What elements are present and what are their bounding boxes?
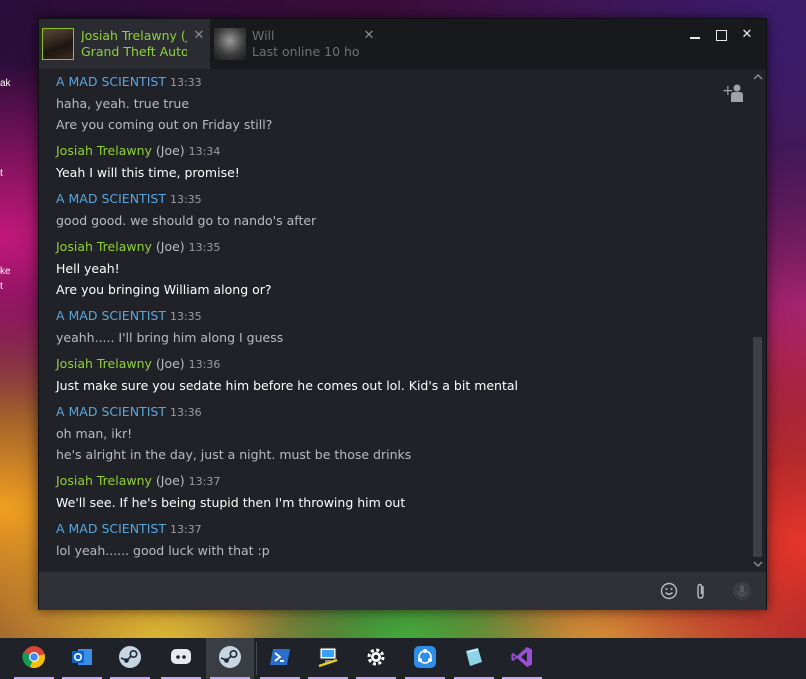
- scroll-thumb[interactable]: [753, 337, 762, 557]
- close-tab-icon[interactable]: ✕: [193, 29, 205, 42]
- sender-nickname: (Joe): [155, 143, 185, 158]
- friend-avatar: [42, 28, 74, 60]
- sender-nickname: (Joe): [155, 356, 185, 371]
- chat-titlebar[interactable]: Josiah Trelawny (Joe) Grand Theft Auto V…: [39, 19, 766, 69]
- message-text: Are you coming out on Friday still?: [56, 117, 273, 132]
- maximize-icon[interactable]: [708, 25, 734, 45]
- message-text: oh man, ikr!: [56, 426, 133, 441]
- sender-name[interactable]: A MAD SCIENTIST: [56, 308, 166, 323]
- message-timestamp: 13:34: [188, 145, 221, 158]
- taskbar-item-sync[interactable]: [401, 638, 449, 679]
- sender-name[interactable]: A MAD SCIENTIST: [56, 404, 166, 419]
- visual-studio-icon: [510, 645, 534, 673]
- message-composer: [39, 572, 766, 610]
- steam-icon: [118, 645, 142, 673]
- message-text: good good. we should go to nando's after: [56, 213, 317, 228]
- tab-friend-status: Grand Theft Auto V: [81, 44, 187, 59]
- tab-friend-name: Josiah Trelawny (Joe): [81, 28, 187, 43]
- taskbar-item-discord[interactable]: [157, 638, 205, 679]
- message-scrollbar[interactable]: [750, 69, 766, 572]
- message-timestamp: 13:35: [188, 241, 221, 254]
- settings-icon: [364, 645, 388, 673]
- add-friend-icon[interactable]: +: [722, 83, 746, 103]
- message-group: A MAD SCIENTIST 13:37 lol yeah...... good …: [56, 520, 752, 561]
- message-text: Hell yeah!: [56, 261, 120, 276]
- sender-nickname: (Joe): [155, 473, 185, 488]
- desktop-icon-label-3: ke: [0, 266, 11, 277]
- taskbar-item-visual-studio[interactable]: [498, 638, 546, 679]
- voice-icon[interactable]: [732, 581, 752, 601]
- message-text: We'll see. If he's being stupid then I'm…: [56, 495, 406, 510]
- taskbar-item-notebook[interactable]: [450, 638, 498, 679]
- tab-friend-status: Last online 10 hours ago: [252, 44, 360, 59]
- friend-avatar: [214, 28, 246, 60]
- message-group: A MAD SCIENTIST 13:33 haha, yeah. true tru…: [56, 73, 752, 135]
- attachment-icon[interactable]: [691, 581, 711, 601]
- message-list: A MAD SCIENTIST 13:33 haha, yeah. true tru…: [39, 69, 752, 572]
- message-text: haha, yeah. true true: [56, 96, 190, 111]
- scroll-down-icon[interactable]: [752, 558, 764, 570]
- message-timestamp: 13:37: [188, 475, 221, 488]
- notebook-icon: [462, 645, 486, 673]
- message-timestamp: 13:36: [188, 358, 221, 371]
- emoji-icon[interactable]: [659, 581, 679, 601]
- message-group: A MAD SCIENTIST 13:36 oh man, ikr! he's alr…: [56, 403, 752, 465]
- taskbar-item-network-tool[interactable]: [304, 638, 352, 679]
- close-icon[interactable]: ✕: [734, 25, 760, 45]
- chat-tab-will[interactable]: Will Last online 10 hours ago ✕: [210, 19, 380, 69]
- chat-tab-josiah[interactable]: Josiah Trelawny (Joe) Grand Theft Auto V…: [39, 19, 210, 69]
- outlook-icon: [70, 645, 94, 673]
- sender-name[interactable]: Josiah Trelawny: [56, 143, 152, 158]
- message-timestamp: 13:36: [169, 406, 202, 419]
- taskbar: [0, 638, 806, 679]
- message-timestamp: 13:37: [169, 523, 202, 536]
- message-timestamp: 13:35: [169, 310, 202, 323]
- message-text: Yeah I will this time, promise!: [56, 165, 240, 180]
- close-tab-icon[interactable]: ✕: [363, 29, 375, 42]
- sender-nickname: (Joe): [155, 239, 185, 254]
- steam-chat-window: Josiah Trelawny (Joe) Grand Theft Auto V…: [38, 18, 767, 610]
- minimize-icon[interactable]: [682, 25, 708, 45]
- desktop-icon-label-1: ak: [0, 78, 11, 89]
- sync-icon: [413, 645, 437, 673]
- powershell-icon: [268, 645, 292, 673]
- message-group: A MAD SCIENTIST 13:35 yeahh..... I'll brin…: [56, 307, 752, 348]
- discord-icon: [169, 645, 193, 673]
- message-group: Josiah Trelawny (Joe) 13:37 We'll see. If …: [56, 472, 752, 513]
- sender-name[interactable]: A MAD SCIENTIST: [56, 521, 166, 536]
- message-text: Just make sure you sedate him before he …: [56, 378, 519, 393]
- desktop-icon-label-4: t: [0, 281, 3, 292]
- message-group: A MAD SCIENTIST 13:35 good good. we should…: [56, 190, 752, 231]
- message-input[interactable]: [39, 572, 639, 610]
- taskbar-item-chrome[interactable]: [10, 638, 58, 679]
- message-text: lol yeah...... good luck with that :p: [56, 543, 270, 558]
- desktop-icon-label-2: t: [0, 168, 3, 179]
- taskbar-item-outlook[interactable]: [58, 638, 106, 679]
- message-group: Josiah Trelawny (Joe) 13:35 Hell yeah! Are …: [56, 238, 752, 300]
- message-text: yeahh..... I'll bring him along I guess: [56, 330, 284, 345]
- sender-name[interactable]: A MAD SCIENTIST: [56, 74, 166, 89]
- sender-name[interactable]: Josiah Trelawny: [56, 356, 152, 371]
- message-group: Josiah Trelawny (Joe) 13:36 Just make sure…: [56, 355, 752, 396]
- network-tool-icon: [316, 645, 340, 673]
- chrome-icon: [22, 645, 46, 673]
- sender-name[interactable]: Josiah Trelawny: [56, 239, 152, 254]
- sender-name[interactable]: Josiah Trelawny: [56, 473, 152, 488]
- message-timestamp: 13:35: [169, 193, 202, 206]
- steam-chat-icon: [218, 645, 242, 673]
- scroll-up-icon[interactable]: [752, 71, 764, 83]
- taskbar-item-powershell[interactable]: [256, 638, 304, 679]
- message-group: Josiah Trelawny (Joe) 13:34 Yeah I will th…: [56, 142, 752, 183]
- taskbar-item-steam[interactable]: [106, 638, 154, 679]
- taskbar-item-steam-chat[interactable]: [206, 638, 254, 679]
- tab-friend-name: Will: [252, 28, 275, 43]
- message-text: he's alright in the day, just a night. m…: [56, 447, 412, 462]
- message-text: Are you bringing William along or?: [56, 282, 272, 297]
- taskbar-item-settings[interactable]: [352, 638, 400, 679]
- message-timestamp: 13:33: [169, 76, 202, 89]
- sender-name[interactable]: A MAD SCIENTIST: [56, 191, 166, 206]
